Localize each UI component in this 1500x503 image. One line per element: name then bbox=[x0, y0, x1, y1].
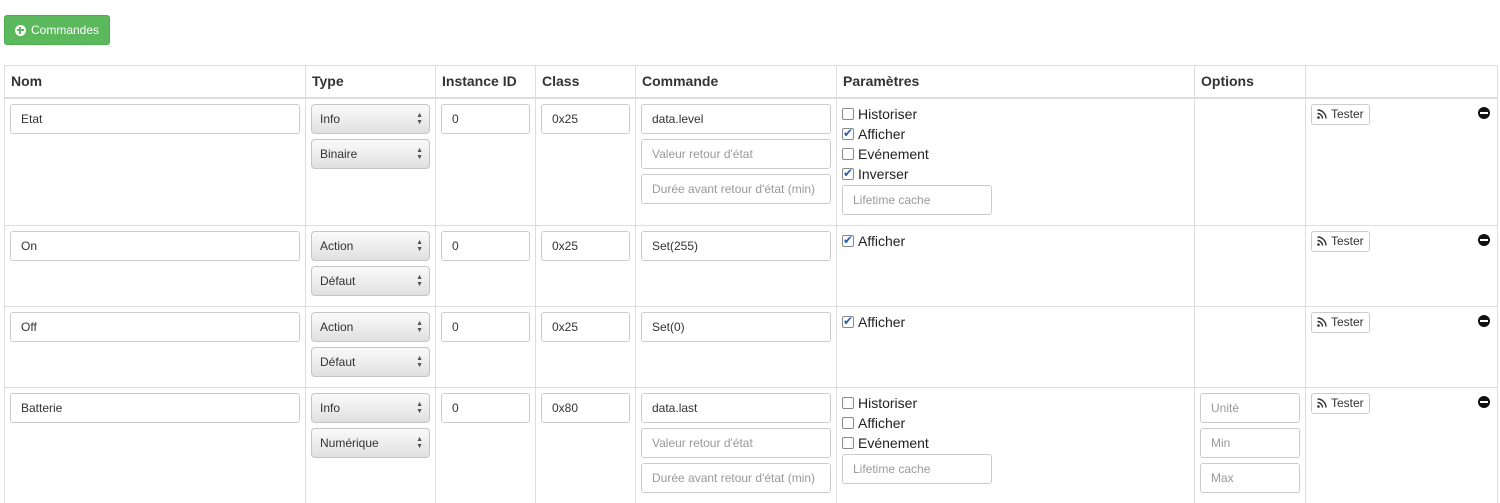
subtype-select[interactable]: Défaut ▲ ▼ bbox=[311, 346, 430, 377]
header-class: Class bbox=[535, 65, 636, 99]
header-nom: Nom bbox=[4, 65, 306, 99]
subtype-select[interactable]: Binaire ▲ ▼ bbox=[311, 138, 430, 169]
select-arrows-icon: ▲ ▼ bbox=[416, 400, 423, 415]
nom-input[interactable]: Batterie bbox=[10, 392, 300, 423]
subtype-select[interactable]: Numérique ▲ ▼ bbox=[311, 427, 430, 458]
evenement-checkbox[interactable]: Evénement bbox=[842, 433, 1189, 453]
rss-icon bbox=[1317, 317, 1327, 327]
tester-button[interactable]: Tester bbox=[1311, 311, 1370, 333]
select-arrows-icon: ▲ ▼ bbox=[416, 435, 423, 450]
remove-row-icon[interactable] bbox=[1478, 395, 1490, 408]
afficher-checkbox[interactable]: Afficher bbox=[842, 312, 1189, 332]
tester-button[interactable]: Tester bbox=[1311, 392, 1370, 414]
select-arrows-icon: ▲ ▼ bbox=[416, 146, 423, 161]
plus-circle-icon bbox=[14, 24, 26, 36]
lifetime-cache-input[interactable]: Lifetime cache bbox=[842, 184, 992, 215]
tester-button[interactable]: Tester bbox=[1311, 230, 1370, 252]
rss-icon bbox=[1317, 398, 1327, 408]
table-row: On Action▲▼ Défaut▲▼ 0 0x25 Set(255) Aff… bbox=[4, 224, 1498, 307]
valeur-retour-input[interactable]: Valeur retour d'état bbox=[641, 427, 831, 458]
type-select[interactable]: Info ▲ ▼ bbox=[311, 392, 430, 423]
instance-input[interactable]: 0 bbox=[441, 392, 530, 423]
commande-input[interactable]: Set(255) bbox=[641, 230, 831, 261]
table-header-row: Nom Type Instance ID Class Commande Para… bbox=[4, 65, 1498, 99]
rss-icon bbox=[1317, 236, 1327, 246]
add-commandes-label: Commandes bbox=[30, 23, 100, 37]
options-cell bbox=[1194, 97, 1306, 226]
type-select[interactable]: Action ▲ ▼ bbox=[311, 311, 430, 342]
afficher-checkbox[interactable]: Afficher bbox=[842, 231, 1189, 251]
table-row: Etat Info ▲ ▼ Binaire ▲ ▼ 0 0x25 data.level … bbox=[4, 97, 1498, 226]
nom-input[interactable]: Etat bbox=[10, 103, 300, 134]
afficher-checkbox[interactable]: Afficher bbox=[842, 124, 1189, 144]
nom-input[interactable]: Off bbox=[10, 311, 300, 342]
class-input[interactable]: 0x25 bbox=[541, 311, 630, 342]
type-select[interactable]: Action ▲ ▼ bbox=[311, 230, 430, 261]
header-commande: Commande bbox=[635, 65, 837, 99]
commande-input[interactable]: Set(0) bbox=[641, 311, 831, 342]
add-commandes-button[interactable]: Commandes bbox=[4, 15, 110, 45]
nom-input[interactable]: On bbox=[10, 230, 300, 261]
header-parametres: Paramètres bbox=[836, 65, 1195, 99]
subtype-select[interactable]: Défaut ▲ ▼ bbox=[311, 265, 430, 296]
historiser-checkbox[interactable]: Historiser bbox=[842, 104, 1189, 124]
select-arrows-icon: ▲ ▼ bbox=[416, 238, 423, 253]
select-arrows-icon: ▲ ▼ bbox=[416, 319, 423, 334]
historiser-checkbox[interactable]: Historiser bbox=[842, 393, 1189, 413]
tester-button[interactable]: Tester bbox=[1311, 103, 1370, 125]
evenement-checkbox[interactable]: Evénement bbox=[842, 144, 1189, 164]
instance-input[interactable]: 0 bbox=[441, 311, 530, 342]
min-input[interactable]: Min bbox=[1200, 427, 1300, 458]
class-input[interactable]: 0x80 bbox=[541, 392, 630, 423]
header-actions bbox=[1305, 65, 1498, 99]
select-arrows-icon: ▲ ▼ bbox=[416, 273, 423, 288]
select-arrows-icon: ▲ ▼ bbox=[416, 354, 423, 369]
max-input[interactable]: Max bbox=[1200, 462, 1300, 493]
options-cell bbox=[1194, 305, 1306, 388]
unite-input[interactable]: Unité bbox=[1200, 392, 1300, 423]
select-arrows-icon: ▲ ▼ bbox=[416, 111, 423, 126]
commande-input[interactable]: data.level bbox=[641, 103, 831, 134]
table-row: Batterie Info ▲ ▼ Numérique ▲ ▼ 0 0x80 data.… bbox=[4, 386, 1498, 503]
header-type: Type bbox=[305, 65, 436, 99]
afficher-checkbox[interactable]: Afficher bbox=[842, 413, 1189, 433]
remove-row-icon[interactable] bbox=[1478, 106, 1490, 119]
inverser-checkbox[interactable]: Inverser bbox=[842, 164, 1189, 184]
table-row: Off Action▲▼ Défaut▲▼ 0 0x25 Set(0) Affi… bbox=[4, 305, 1498, 388]
class-input[interactable]: 0x25 bbox=[541, 103, 630, 134]
header-options: Options bbox=[1194, 65, 1306, 99]
duree-retour-input[interactable]: Durée avant retour d'état (min) bbox=[641, 173, 831, 204]
remove-row-icon[interactable] bbox=[1478, 233, 1490, 246]
options-cell bbox=[1194, 224, 1306, 307]
commands-table: Nom Type Instance ID Class Commande Para… bbox=[4, 65, 1498, 503]
header-instance-id: Instance ID bbox=[435, 65, 536, 99]
type-select[interactable]: Info ▲ ▼ bbox=[311, 103, 430, 134]
lifetime-cache-input[interactable]: Lifetime cache bbox=[842, 453, 992, 484]
rss-icon bbox=[1317, 109, 1327, 119]
valeur-retour-input[interactable]: Valeur retour d'état bbox=[641, 138, 831, 169]
class-input[interactable]: 0x25 bbox=[541, 230, 630, 261]
instance-input[interactable]: 0 bbox=[441, 103, 530, 134]
duree-retour-input[interactable]: Durée avant retour d'état (min) bbox=[641, 462, 831, 493]
remove-row-icon[interactable] bbox=[1478, 314, 1490, 327]
instance-input[interactable]: 0 bbox=[441, 230, 530, 261]
commande-input[interactable]: data.last bbox=[641, 392, 831, 423]
